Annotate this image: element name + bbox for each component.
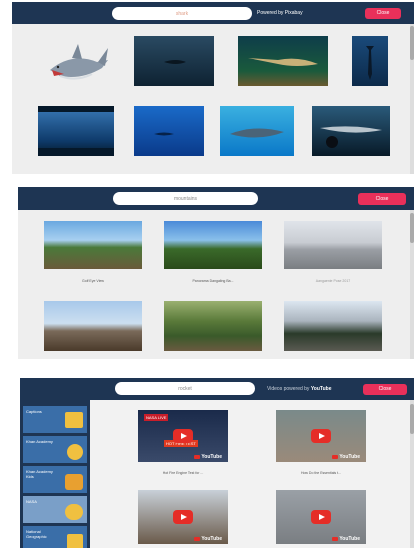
pixabay-image-search-panel: Powered by Pixabay Close: [12, 2, 414, 174]
panorama-result[interactable]: [284, 221, 382, 269]
channel-item-khan-academy[interactable]: Khan Academy: [23, 436, 87, 463]
panorama-result[interactable]: [284, 301, 382, 351]
scrollbar-thumb[interactable]: [410, 213, 414, 243]
channel-item-khan-academy-kids[interactable]: Khan Academy Kids: [23, 466, 87, 493]
youtube-watermark: YouTube: [332, 536, 360, 542]
image-result-whale-shark[interactable]: [220, 106, 294, 156]
video-result[interactable]: NASA LIVE HOT FIRE TEST YouTube: [138, 410, 228, 462]
channel-logo-icon: [65, 474, 83, 490]
image-result-shark-deep-blue[interactable]: [134, 36, 214, 86]
image-result-underwater-blue[interactable]: [134, 106, 204, 156]
channel-item-national-geographic[interactable]: National Geographic: [23, 526, 87, 548]
play-icon[interactable]: [173, 510, 193, 524]
channel-label: NASA: [26, 499, 37, 504]
image-result-hammerhead[interactable]: [352, 36, 388, 86]
result-caption: Aangaenie Pose 2017: [315, 279, 351, 283]
powered-by-prefix: Videos powered by: [267, 386, 310, 392]
youtube-video-search-panel: Videos powered by YouTube Close Captions…: [20, 378, 414, 548]
close-button[interactable]: Close: [365, 8, 401, 19]
search-input[interactable]: [112, 7, 252, 20]
panorama-result[interactable]: [164, 301, 262, 351]
video-caption: Hot Fire Engine Test for ...: [162, 471, 204, 475]
youtube-watermark: YouTube: [332, 454, 360, 460]
top-bar: Videos powered by YouTube Close: [20, 378, 414, 400]
youtube-watermark: YouTube: [194, 536, 222, 542]
video-overlay-text: NASA LIVE: [144, 414, 169, 421]
panorama-result[interactable]: [164, 221, 262, 269]
channel-logo-icon: [65, 412, 83, 428]
search-input[interactable]: [115, 382, 255, 395]
search-input[interactable]: [113, 192, 258, 205]
channel-label: Captions: [26, 409, 42, 414]
panorama-search-panel: Close Golf Eye View Panorama Dangaling B…: [18, 187, 414, 359]
video-caption: How Do the Essentials t...: [300, 471, 342, 475]
image-result-sawfish[interactable]: [238, 36, 328, 86]
close-button[interactable]: Close: [358, 193, 406, 205]
screenshot-collage: Powered by Pixabay Close: [0, 0, 414, 548]
channel-label: Khan Academy: [26, 439, 53, 444]
channel-logo-icon: [67, 534, 83, 548]
channel-logo-icon: [67, 444, 83, 460]
close-button[interactable]: Close: [363, 384, 407, 395]
scrollbar-thumb[interactable]: [410, 26, 414, 60]
top-bar: Close: [18, 187, 414, 210]
powered-by-label: Powered by Pixabay: [257, 10, 303, 16]
channel-label: National Geographic: [26, 529, 47, 539]
channel-item-captions[interactable]: Captions: [23, 406, 87, 433]
powered-by-label: Videos powered by YouTube: [267, 386, 331, 392]
channel-item-nasa[interactable]: NASA: [23, 496, 87, 523]
youtube-watermark: YouTube: [194, 454, 222, 460]
video-results: NASA LIVE HOT FIRE TEST YouTube Hot Fire…: [90, 400, 414, 548]
panorama-result[interactable]: [44, 301, 142, 351]
image-result-diver-shark[interactable]: [312, 106, 390, 156]
panorama-result[interactable]: [44, 221, 142, 269]
video-result[interactable]: YouTube: [276, 410, 366, 462]
result-caption: Golf Eye View: [82, 279, 104, 283]
channel-logo-icon: [65, 504, 83, 520]
result-caption: Panorama Dangaling Ba...: [192, 279, 234, 283]
scrollbar-thumb[interactable]: [410, 404, 414, 434]
play-icon[interactable]: [311, 510, 331, 524]
channel-sidebar: Captions Khan Academy Khan Academy Kids …: [20, 400, 90, 548]
youtube-brand: YouTube: [310, 386, 332, 392]
channel-label: Khan Academy Kids: [26, 469, 53, 479]
image-result-aquarium-tunnel[interactable]: [38, 106, 114, 156]
video-result[interactable]: YouTube: [276, 490, 366, 544]
play-icon[interactable]: [173, 429, 193, 443]
top-bar: Powered by Pixabay Close: [12, 2, 414, 24]
video-result[interactable]: YouTube: [138, 490, 228, 544]
image-result-shark-illustration[interactable]: [42, 32, 112, 92]
play-icon[interactable]: [311, 429, 331, 443]
